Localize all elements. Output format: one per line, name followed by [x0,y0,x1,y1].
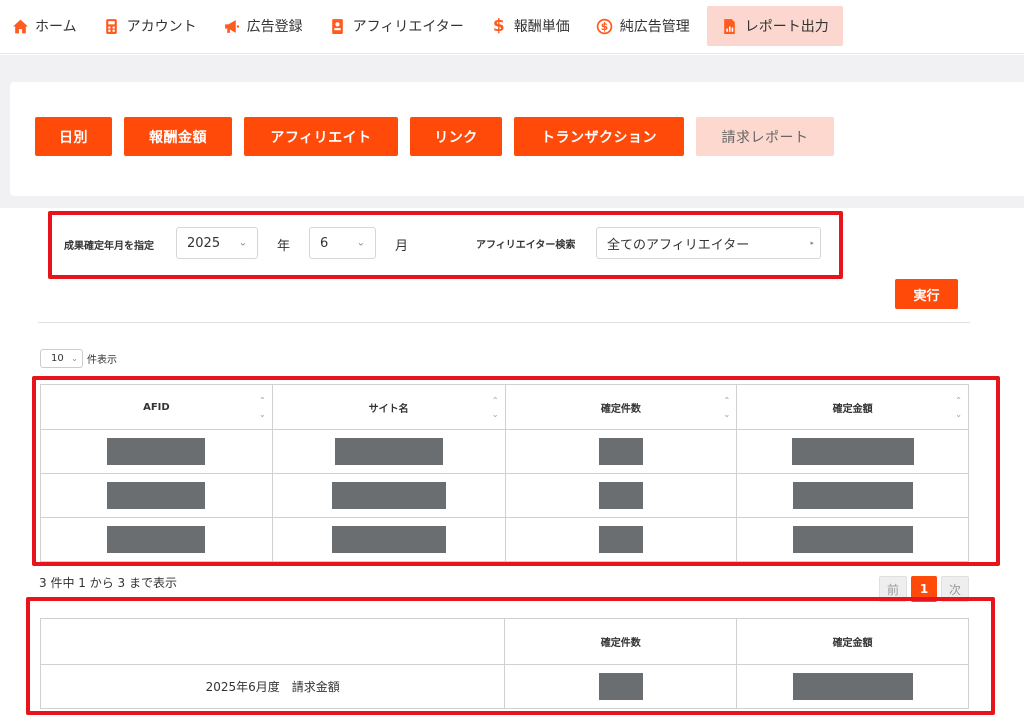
megaphone-icon [223,18,241,35]
id-badge-icon [329,18,347,35]
nav-label: 報酬単価 [513,19,570,35]
summary-highlight-box [26,597,995,715]
nav-ad-register[interactable]: 広告登録 [210,6,316,46]
svg-text:$: $ [601,20,608,33]
tab-affiliate[interactable]: アフィリエイト [244,117,398,156]
report-file-icon [721,18,739,35]
tab-reward-amount[interactable]: 報酬金額 [124,117,232,156]
nav-reward-price[interactable]: $ 報酬単価 [477,6,583,46]
nav-account[interactable]: アカウント [90,6,210,46]
top-nav: ホーム アカウント 広告登録 アフィリエイター $ 報酬単価 $ 純広告管理 レ… [0,0,1024,54]
nav-label: レポート出力 [744,19,829,35]
table-highlight-box [32,376,1000,566]
coin-icon: $ [596,18,614,35]
filter-highlight-box [48,211,843,279]
page-size-value: 10 [51,353,64,364]
divider [38,322,970,323]
calculator-icon [103,18,121,35]
home-icon [11,18,29,35]
page-size-select[interactable]: 10 ⌄ [40,349,83,368]
nav-label: 純広告管理 [619,19,690,35]
nav-label: ホーム [35,19,77,35]
dollar-icon: $ [492,16,505,36]
nav-label: 広告登録 [246,19,303,35]
tab-billing-report[interactable]: 請求レポート [696,117,834,156]
nav-label: アカウント [126,19,197,35]
nav-pure-ad[interactable]: $ 純広告管理 [583,6,703,46]
tab-transaction[interactable]: トランザクション [514,117,684,156]
tab-link[interactable]: リンク [410,117,502,156]
nav-affiliator[interactable]: アフィリエイター [316,6,477,46]
nav-report-output[interactable]: レポート出力 [706,6,843,46]
run-button[interactable]: 実行 [895,279,958,309]
tab-daily[interactable]: 日別 [35,117,112,156]
table-info: 3 件中 1 から 3 まで表示 [39,576,177,590]
nav-label: アフィリエイター [352,19,464,35]
nav-home[interactable]: ホーム [0,6,90,46]
chevron-down-icon: ⌄ [71,354,78,363]
page-size-label: 件表示 [87,355,117,366]
